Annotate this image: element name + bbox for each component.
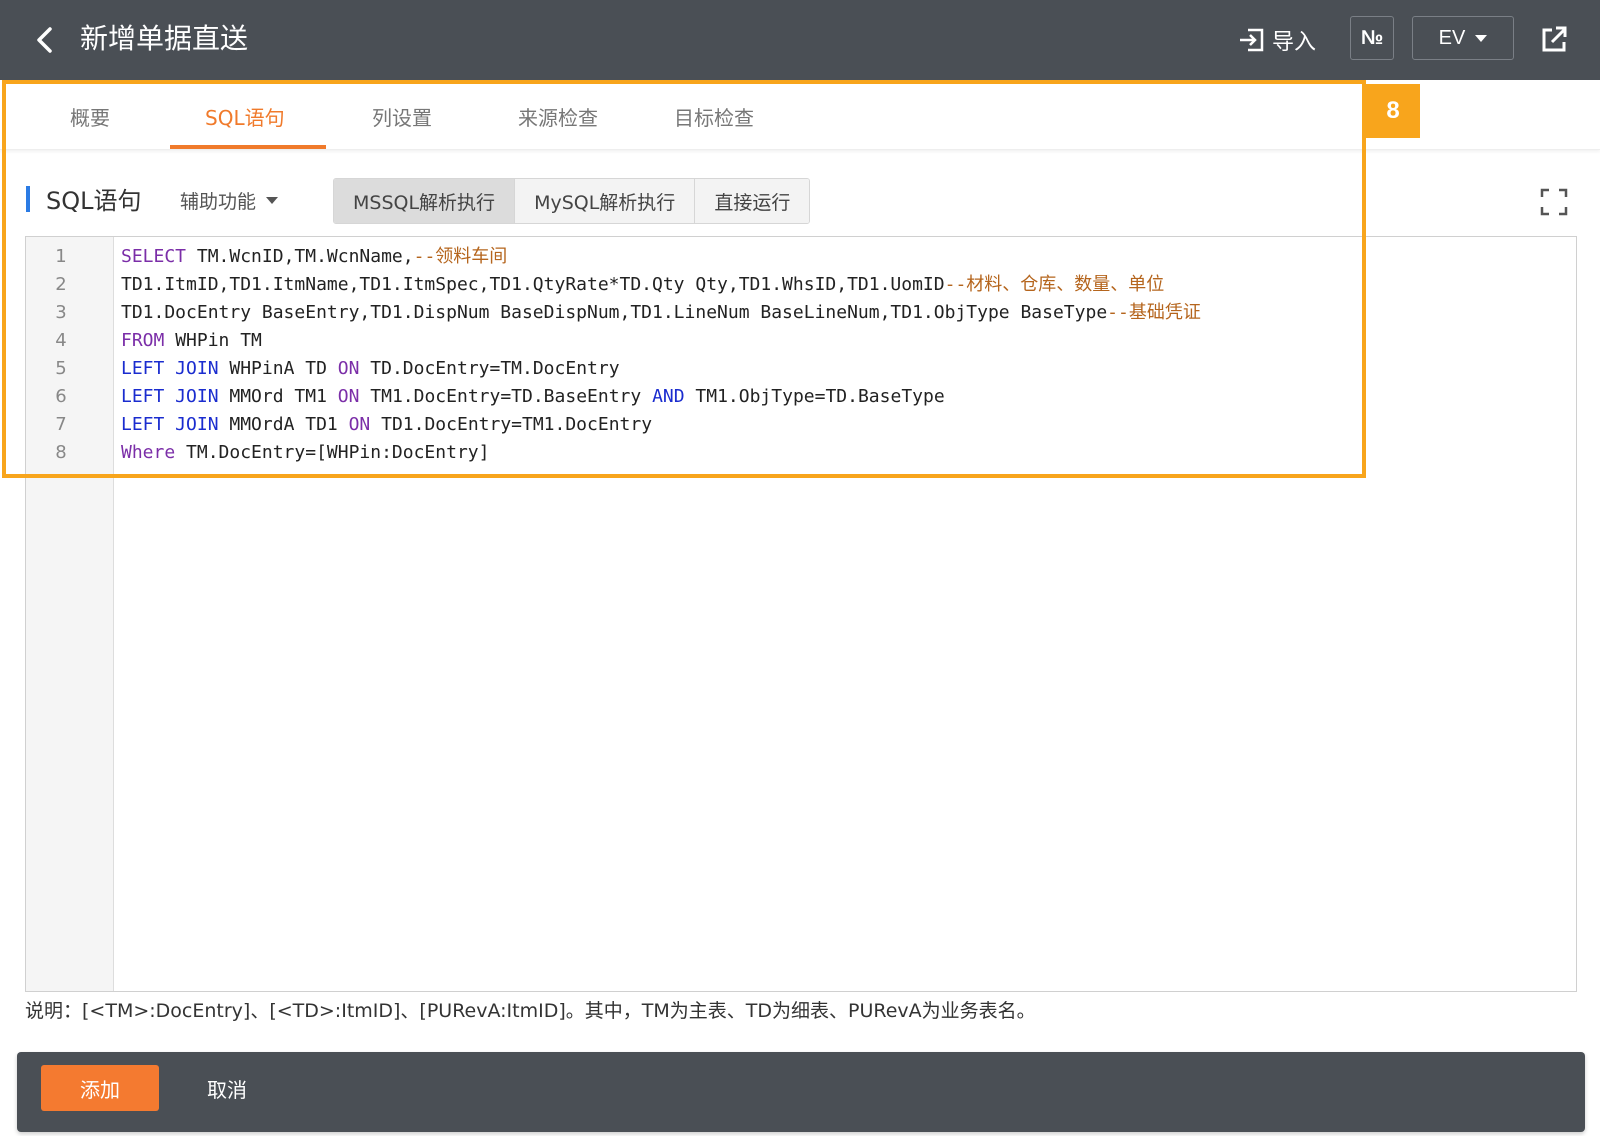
import-icon [1240,28,1264,52]
sql-keyword: ON [337,386,360,407]
sql-editor[interactable]: 1 SELECT TM.WcnID,TM.WcnName,--领料车间 2 TD1.I… [25,236,1577,992]
tab-bar: 概要 SQL语句 列设置 来源检查 目标检查 [0,80,1600,150]
tab-source-check[interactable]: 来源检查 [518,102,598,131]
code-line: 5 LEFT JOIN WHPinA TD ON TD.DocEntry=TM.D… [26,355,1566,383]
line-number: 6 [55,386,67,407]
fullscreen-icon[interactable] [1540,188,1568,216]
sql-keyword: ON [337,358,360,379]
assist-dropdown[interactable]: 辅助功能 [180,187,279,214]
code-text: LEFT JOIN MMOrdA TD1 ON TD1.DocEntry=TM1… [121,411,652,439]
sql-keyword: Where [121,442,176,463]
top-header: 新增单据直送 导入 № EV [0,0,1600,80]
code-line: 1 SELECT TM.WcnID,TM.WcnName,--领料车间 [26,243,1566,271]
mssql-run-button[interactable]: MSSQL解析执行 [334,179,516,223]
line-number: 2 [55,274,67,295]
active-tab-indicator [170,145,326,149]
sql-token: MMOrdA TD1 [218,414,349,435]
sql-token: TM.DocEntry=[WHPin:DocEntry] [175,442,490,463]
sql-token: TD1.DocEntry BaseEntry,TD1.DispNum BaseD… [121,302,1108,323]
back-arrow-icon[interactable] [28,22,64,58]
code-line: 2 TD1.ItmID,TD1.ItmName,TD1.ItmSpec,TD1.Q… [26,271,1566,299]
code-text: Where TM.DocEntry=[WHPin:DocEntry] [121,439,489,467]
tab-columns[interactable]: 列设置 [372,102,432,131]
mysql-run-button[interactable]: MySQL解析执行 [515,179,696,223]
ev-dropdown[interactable]: EV [1412,16,1514,60]
code-text: LEFT JOIN MMOrd TM1 ON TM1.DocEntry=TD.B… [121,383,945,411]
code-text: FROM WHPin TM [121,327,262,355]
line-number: 1 [55,246,67,267]
sql-token: MMOrd TM1 [218,386,338,407]
code-line: 7 LEFT JOIN MMOrdA TD1 ON TD1.DocEntry=TM… [26,411,1566,439]
line-number: 5 [55,358,67,379]
sql-keyword: LEFT JOIN [121,386,219,407]
code-line: 4 FROM WHPin TM [26,327,1566,355]
sql-keyword: FROM [121,330,165,351]
code-text: TD1.ItmID,TD1.ItmName,TD1.ItmSpec,TD1.Qt… [121,271,1164,299]
tab-overview[interactable]: 概要 [70,102,110,131]
sql-token: TD1.DocEntry=TM1.DocEntry [370,414,653,435]
sql-token: TM.WcnID,TM.WcnName, [186,246,414,267]
line-number: 3 [55,302,67,323]
sql-keyword: ON [348,414,371,435]
section-title: SQL语句 [46,187,142,215]
code-lines: 1 SELECT TM.WcnID,TM.WcnName,--领料车间 2 TD1.I… [26,243,1566,467]
tab-sql[interactable]: SQL语句 [205,102,285,131]
code-text: SELECT TM.WcnID,TM.WcnName,--领料车间 [121,243,507,271]
code-line: 6 LEFT JOIN MMOrd TM1 ON TM1.DocEntry=TD.… [26,383,1566,411]
run-button-group: MSSQL解析执行 MySQL解析执行 直接运行 [333,178,811,224]
code-text: TD1.DocEntry BaseEntry,TD1.DispNum BaseD… [121,299,1201,327]
sql-keyword: SELECT [121,246,187,267]
sql-comment: --材料、仓库、数量、单位 [944,274,1165,295]
sql-token: TD.DocEntry=TM.DocEntry [359,358,620,379]
assist-label: 辅助功能 [180,191,257,213]
ev-label: EV [1438,26,1466,49]
code-line: 3 TD1.DocEntry BaseEntry,TD1.DispNum Base… [26,299,1566,327]
caret-down-icon [1475,34,1488,42]
code-line: 8 Where TM.DocEntry=[WHPin:DocEntry] [26,439,1566,467]
cancel-button[interactable]: 取消 [207,1065,247,1111]
share-icon[interactable] [1536,22,1572,58]
line-number: 4 [55,330,67,351]
import-label: 导入 [1272,30,1317,55]
direct-run-button[interactable]: 直接运行 [695,179,810,223]
section-accent-bar [26,186,30,212]
tab-target-check[interactable]: 目标检查 [674,102,754,131]
add-button[interactable]: 添加 [41,1065,159,1111]
sql-token: TM1.DocEntry=TD.BaseEntry [359,386,653,407]
sql-keyword: LEFT JOIN [121,414,219,435]
sql-token: TM1.ObjType=TD.BaseType [684,386,945,407]
sql-comment: --领料车间 [413,246,508,267]
footer-bar: 添加 取消 [17,1052,1585,1132]
sql-token: TD1.ItmID,TD1.ItmName,TD1.ItmSpec,TD1.Qt… [121,274,945,295]
sql-token: WHPinA TD [218,358,338,379]
code-text: LEFT JOIN WHPinA TD ON TD.DocEntry=TM.Do… [121,355,620,383]
page-title: 新增单据直送 [80,22,249,55]
caret-down-icon [266,197,279,204]
sql-keyword: AND [652,386,685,407]
callout-badge: 8 [1366,84,1420,138]
line-number: 7 [55,414,67,435]
line-number: 8 [55,442,67,463]
import-button[interactable]: 导入 [1238,20,1316,60]
number-button[interactable]: № [1350,16,1394,60]
sql-comment: --基础凭证 [1107,302,1201,323]
sql-keyword: LEFT JOIN [121,358,219,379]
help-note: 说明：[<TM>:DocEntry]、[<TD>:ItmID]、[PURevA:… [25,1000,1036,1022]
sql-token: WHPin TM [164,330,262,351]
